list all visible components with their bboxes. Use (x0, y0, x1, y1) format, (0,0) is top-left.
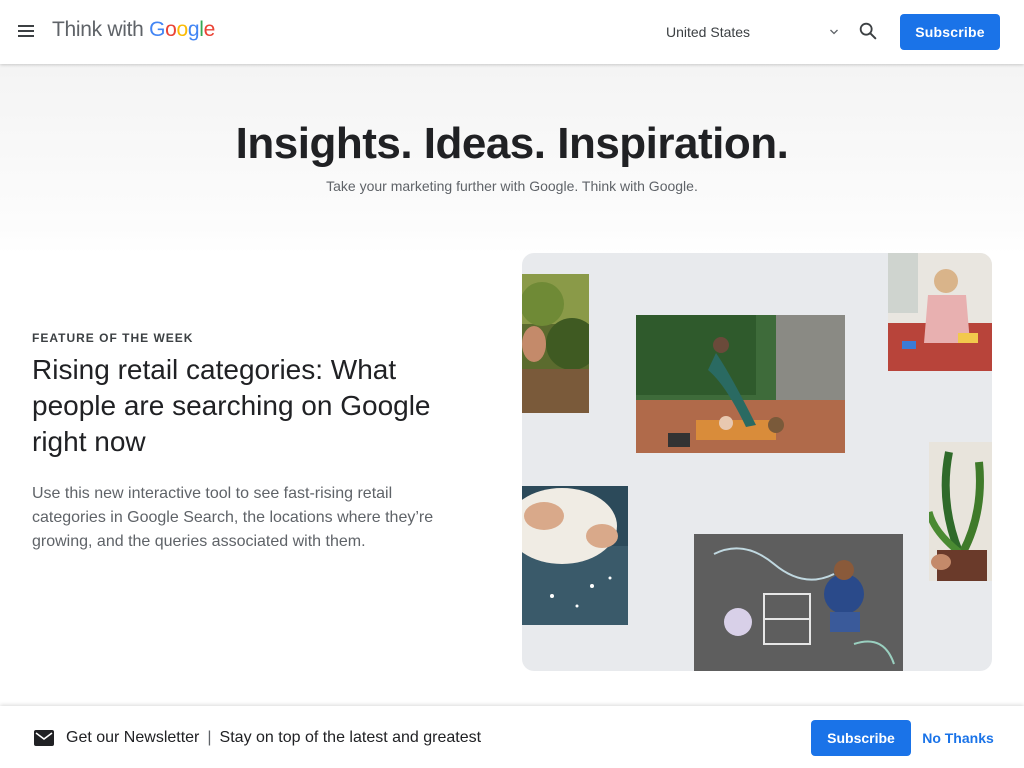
newsletter-bar: Get our Newsletter | Stay on top of the la… (0, 706, 1024, 768)
header-subscribe-button[interactable]: Subscribe (900, 14, 1000, 50)
site-header: Think with Google United States Subscrib… (0, 0, 1024, 64)
newsletter-tagline: Stay on top of the latest and greatest (219, 729, 482, 746)
mail-icon (34, 730, 54, 746)
feature-title-link[interactable]: Rising retail categories: What people ar… (32, 352, 452, 460)
feature-image-collage[interactable] (522, 253, 992, 671)
think-with-google-logo[interactable]: Think with Google (52, 18, 215, 42)
hero-title: Insights. Ideas. Inspiration. (235, 119, 789, 168)
hero-section: Insights. Ideas. Inspiration. Take your … (0, 64, 1024, 254)
chevron-down-icon (830, 29, 838, 35)
hero-subtitle: Take your marketing further with Google.… (326, 178, 698, 194)
photo-child-playing (888, 253, 992, 371)
newsletter-separator: | (207, 729, 212, 746)
feature-description: Use this new interactive tool to see fas… (32, 485, 434, 550)
logo-google-wordmark: Google (149, 18, 216, 41)
country-selector-value: United States (666, 24, 751, 40)
newsletter-text: Get our Newsletter | Stay on top of the la… (66, 729, 481, 747)
country-selector[interactable]: United States (666, 16, 842, 48)
hamburger-menu-icon[interactable] (18, 24, 35, 38)
newsletter-no-thanks-button[interactable]: No Thanks (918, 720, 998, 756)
newsletter-heading: Get our Newsletter (66, 729, 200, 746)
feature-eyebrow: FEATURE OF THE WEEK (32, 331, 194, 345)
search-icon[interactable] (857, 20, 879, 42)
photo-chalk-drawing (694, 534, 903, 671)
newsletter-subscribe-button[interactable]: Subscribe (811, 720, 911, 756)
logo-text: Think with (52, 18, 144, 41)
photo-garden-plant (522, 274, 589, 413)
photo-potted-plant (929, 442, 992, 581)
photo-yoga-family (636, 315, 845, 453)
photo-baking-dough (522, 486, 628, 625)
